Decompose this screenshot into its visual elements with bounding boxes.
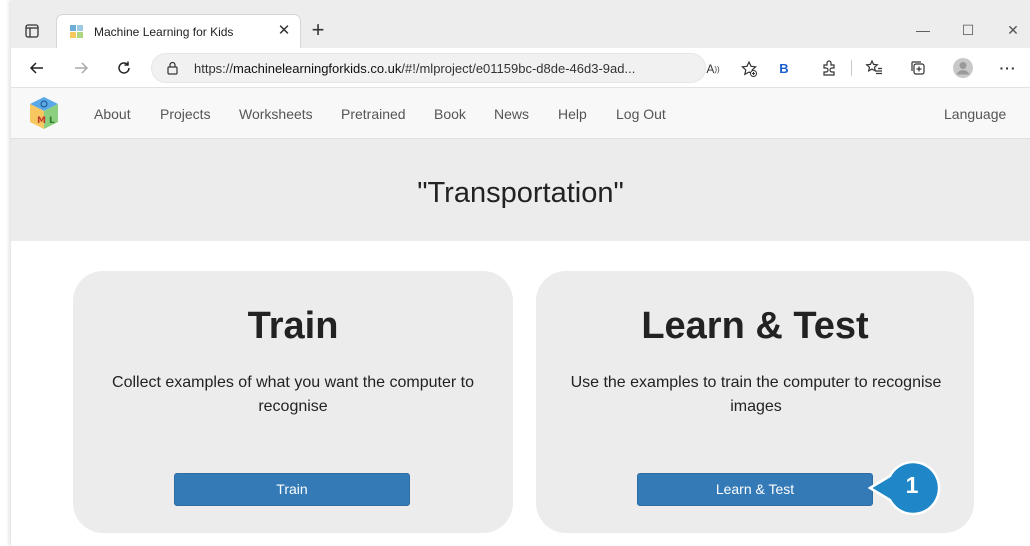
tab-strip: Machine Learning for Kids ✕ + — ☐ ✕ [11,0,1030,48]
browser-window: Machine Learning for Kids ✕ + — ☐ ✕ http… [11,0,1030,546]
svg-text:M: M [37,116,46,126]
nav-book[interactable]: Book [434,106,466,122]
nav-pretrained[interactable]: Pretrained [341,106,406,122]
nav-help[interactable]: Help [558,106,587,122]
browser-toolbar: https://machinelearningforkids.co.uk/#!/… [11,48,1030,88]
site-favicon-icon [69,24,85,40]
language-menu[interactable]: Language [944,106,1006,122]
profile-avatar-icon[interactable] [951,56,975,80]
address-bar[interactable]: https://machinelearningforkids.co.uk/#!/… [151,53,757,83]
train-button[interactable]: Train [174,473,410,506]
minimize-icon[interactable]: — [908,18,938,42]
train-card: Train Collect examples of what you want … [73,271,513,533]
read-aloud-icon[interactable]: A)) [703,59,723,79]
tab-title: Machine Learning for Kids [94,25,234,39]
add-favorite-icon[interactable] [739,59,759,79]
back-icon[interactable] [23,54,51,82]
nav-news[interactable]: News [494,106,529,122]
step-number: 1 [905,472,919,498]
toolbar-divider [851,60,852,76]
page-title: "Transportation" [417,177,624,209]
collections-icon[interactable] [906,56,930,80]
maximize-icon[interactable]: ☐ [953,18,983,42]
extensions-icon[interactable] [817,56,841,80]
url-text[interactable]: https://machinelearningforkids.co.uk/#!/… [194,61,635,76]
favorites-icon[interactable] [862,56,886,80]
more-options-icon[interactable]: ··· [996,56,1020,80]
forward-icon[interactable] [67,54,95,82]
bing-icon[interactable]: B [772,56,796,80]
nav-worksheets[interactable]: Worksheets [239,106,313,122]
browser-tab[interactable]: Machine Learning for Kids ✕ [56,14,301,48]
tab-actions-icon[interactable] [21,20,43,42]
tab-close-icon[interactable]: ✕ [275,22,293,40]
site-navbar: M L About Projects Worksheets Pretrained… [11,88,1030,139]
lock-icon[interactable] [166,61,179,80]
train-card-title: Train [247,305,339,347]
learn-test-card-title: Learn & Test [641,305,869,347]
page-header: "Transportation" [11,139,1030,241]
nav-projects[interactable]: Projects [160,106,211,122]
nav-logout[interactable]: Log Out [616,106,666,122]
learn-test-button[interactable]: Learn & Test [637,473,873,506]
svg-text:L: L [49,116,55,126]
ml-logo[interactable]: M L [26,95,62,131]
learn-test-card-description: Use the examples to train the computer t… [570,374,942,415]
refresh-icon[interactable] [110,54,138,82]
close-window-icon[interactable]: ✕ [998,18,1028,42]
nav-about[interactable]: About [94,106,131,122]
new-tab-icon[interactable]: + [307,19,329,42]
train-card-description: Collect examples of what you want the co… [112,374,474,415]
